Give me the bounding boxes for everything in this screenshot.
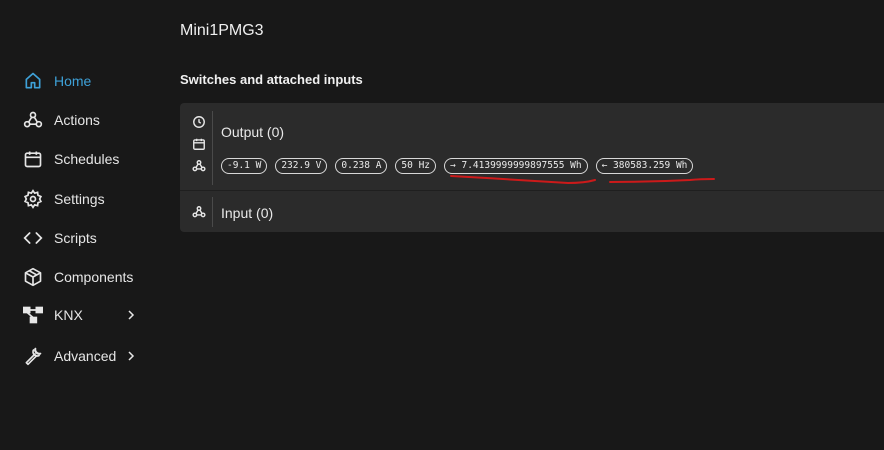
sidebar-item-label: Actions	[54, 112, 100, 128]
divider	[212, 197, 213, 227]
sidebar-item-label: Settings	[54, 191, 105, 207]
webhook-icon[interactable]	[190, 203, 208, 221]
code-icon	[22, 227, 44, 249]
sidebar-item-label: Scripts	[54, 230, 97, 246]
chevron-right-icon	[128, 351, 135, 361]
sidebar-item-scripts[interactable]: Scripts	[22, 226, 97, 250]
clock-icon[interactable]	[190, 113, 208, 131]
sidebar-item-label: KNX	[54, 307, 83, 323]
input-side-icons	[190, 203, 212, 225]
gear-icon	[22, 188, 44, 210]
sidebar-item-actions[interactable]: Actions	[22, 108, 100, 132]
components-icon	[22, 266, 44, 288]
output-row[interactable]: Output (0) -9.1 W 232.9 V 0.238 A 50 Hz …	[180, 103, 884, 191]
sidebar-item-label: Schedules	[54, 151, 120, 167]
sidebar-item-label: Components	[54, 269, 134, 285]
home-icon	[22, 70, 44, 92]
input-row[interactable]: Input (0)	[180, 191, 884, 232]
knx-network-icon	[22, 304, 44, 326]
power-badge: -9.1 W	[221, 158, 268, 174]
sidebar-item-advanced[interactable]: Advanced	[22, 344, 135, 368]
chevron-right-icon	[128, 310, 135, 320]
sidebar-item-home[interactable]: Home	[22, 69, 91, 93]
sidebar-item-components[interactable]: Components	[22, 265, 133, 289]
output-side-icons	[190, 113, 212, 179]
webhook-icon[interactable]	[190, 157, 208, 175]
frequency-badge: 50 Hz	[395, 158, 437, 174]
energy-out-badge: → 7.4139999999897555 Wh	[444, 158, 588, 174]
divider	[212, 111, 213, 185]
sidebar-item-label: Advanced	[54, 348, 117, 364]
sidebar-item-label: Home	[54, 73, 92, 89]
calendar-icon	[22, 148, 44, 170]
energy-in-badge: ← 380583.259 Wh	[595, 158, 694, 174]
output-label: Output (0)	[221, 124, 285, 140]
voltage-badge: 232.9 V	[275, 158, 328, 174]
current-badge: 0.238 A	[335, 158, 388, 174]
wrench-icon	[22, 345, 44, 367]
input-label: Input (0)	[221, 205, 274, 221]
switches-card: Output (0) -9.1 W 232.9 V 0.238 A 50 Hz …	[180, 103, 884, 232]
webhook-icon	[22, 109, 44, 131]
device-title: Mini1PMG3	[180, 22, 264, 39]
section-heading: Switches and attached inputs	[180, 72, 363, 87]
sidebar-item-knx[interactable]: KNX	[22, 303, 135, 327]
output-readings: -9.1 W 232.9 V 0.238 A 50 Hz → 7.4139999…	[221, 158, 694, 174]
calendar-icon[interactable]	[190, 135, 208, 153]
sidebar-item-schedules[interactable]: Schedules	[22, 147, 119, 171]
sidebar-item-settings[interactable]: Settings	[22, 187, 105, 211]
